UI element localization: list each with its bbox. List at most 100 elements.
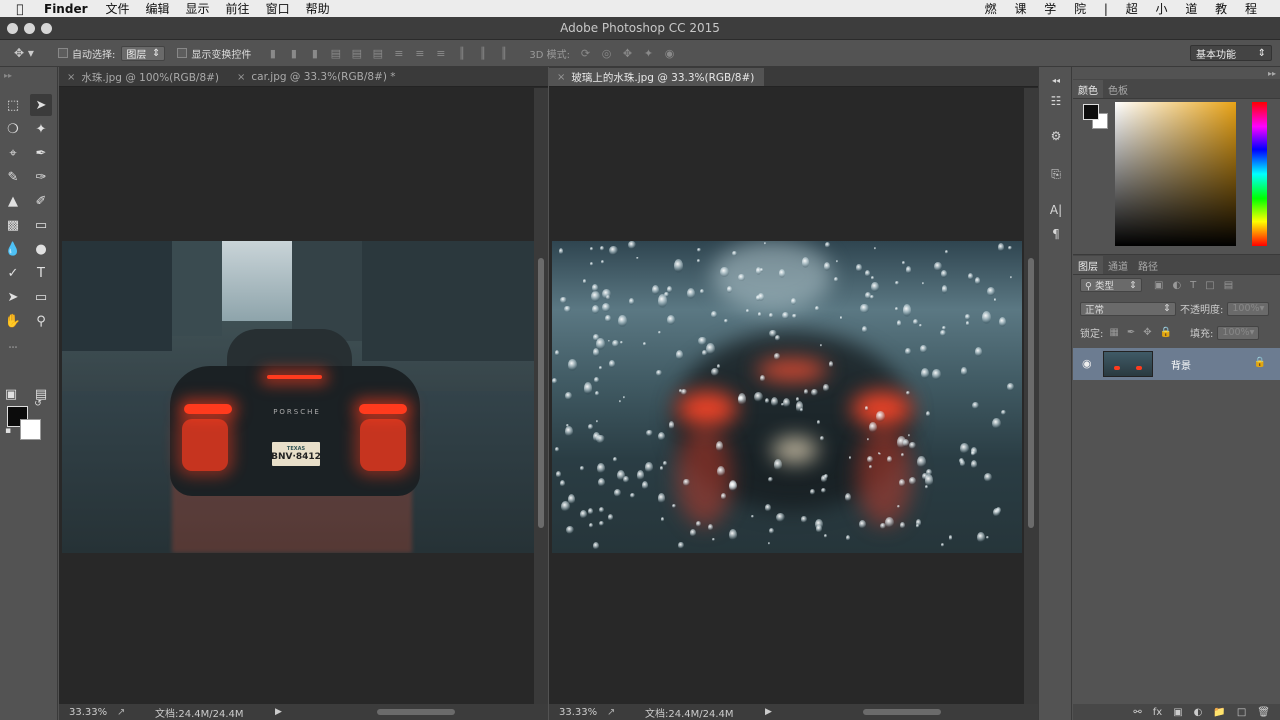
- layer-name[interactable]: 背景: [1171, 357, 1191, 372]
- auto-select-dropdown[interactable]: 图层 ⇕: [121, 45, 166, 61]
- history-panel-icon[interactable]: ☷: [1047, 92, 1065, 110]
- add-mask-icon[interactable]: ▣: [1173, 707, 1182, 718]
- doc-tab-car[interactable]: × car.jpg @ 33.3%(RGB/8#) *: [229, 68, 406, 86]
- new-layer-icon[interactable]: □: [1237, 707, 1246, 718]
- apple-icon[interactable]: : [0, 2, 40, 16]
- move-tool-preset-icon[interactable]: ✥ ▾: [14, 46, 46, 60]
- panel-collapse-icon[interactable]: ▸▸: [1268, 69, 1276, 78]
- status-menu-arrow-icon[interactable]: ▶: [765, 707, 772, 717]
- clone-stamp-tool-icon[interactable]: ▲: [2, 190, 24, 212]
- default-colors-icon[interactable]: ▪: [2, 425, 14, 437]
- align-vcenter-icon[interactable]: ▮: [286, 47, 301, 60]
- align-right-icon[interactable]: ▤: [370, 47, 385, 60]
- opacity-input[interactable]: 100% ▾: [1227, 301, 1270, 316]
- distribute-hcenter-icon[interactable]: ║: [475, 47, 490, 60]
- color-picker-field[interactable]: [1115, 102, 1236, 246]
- align-top-icon[interactable]: ▮: [265, 47, 280, 60]
- panel-foreground-swatch[interactable]: [1083, 104, 1099, 120]
- horizontal-scrollbar-thumb[interactable]: [863, 709, 941, 715]
- distribute-vcenter-icon[interactable]: ≡: [412, 47, 427, 60]
- crop-tool-icon[interactable]: ⌖: [2, 142, 24, 164]
- delete-layer-icon[interactable]: 🗑: [1257, 707, 1270, 718]
- menu-view[interactable]: 显示: [180, 0, 220, 17]
- doc-tab-rain-glass[interactable]: × 玻璃上的水珠.jpg @ 33.3%(RGB/8#): [549, 68, 765, 86]
- menu-help[interactable]: 帮助: [300, 0, 340, 17]
- blur-tool-icon[interactable]: 💧: [2, 238, 24, 260]
- new-group-icon[interactable]: 📁: [1213, 707, 1225, 718]
- show-transform-checkbox[interactable]: [177, 48, 188, 58]
- quick-mask-icon[interactable]: ▣: [0, 383, 22, 405]
- zoom-level[interactable]: 33.33%: [559, 707, 607, 718]
- background-color-swatch[interactable]: [20, 419, 41, 440]
- 3d-pan-icon[interactable]: ✥: [620, 47, 635, 60]
- blend-mode-dropdown[interactable]: 正常 ⇕: [1080, 301, 1176, 316]
- distribute-right-icon[interactable]: ║: [496, 47, 511, 60]
- layer-style-icon[interactable]: fx: [1153, 707, 1162, 718]
- magic-wand-tool-icon[interactable]: ✦: [30, 118, 52, 140]
- tab-channels[interactable]: 通道: [1103, 256, 1133, 274]
- layer-filter-icons[interactable]: ▣◐T□▤: [1154, 280, 1242, 291]
- align-hcenter-icon[interactable]: ▤: [349, 47, 364, 60]
- tab-swatches[interactable]: 色板: [1103, 80, 1133, 98]
- move-tool-icon[interactable]: ➤: [30, 94, 52, 116]
- link-layers-icon[interactable]: ⚯: [1133, 707, 1141, 718]
- visibility-eye-icon[interactable]: ◉: [1082, 357, 1092, 370]
- hue-slider[interactable]: [1252, 102, 1267, 246]
- close-tab-icon[interactable]: ×: [67, 72, 75, 83]
- 3d-roll-icon[interactable]: ◎: [599, 47, 614, 60]
- scrollbar-thumb[interactable]: [1028, 258, 1034, 528]
- healing-brush-tool-icon[interactable]: ✎: [2, 166, 24, 188]
- marquee-tool-icon[interactable]: ⬚: [2, 94, 24, 116]
- layer-kind-filter[interactable]: ⚲ 类型 ⇕: [1080, 278, 1142, 292]
- zoom-tool-icon[interactable]: ⚲: [30, 310, 52, 332]
- 3d-slide-icon[interactable]: ✦: [641, 47, 656, 60]
- share-icon[interactable]: ↗: [117, 707, 155, 718]
- character-panel-icon[interactable]: A|: [1047, 201, 1065, 219]
- distribute-left-icon[interactable]: ║: [454, 47, 469, 60]
- path-selection-tool-icon[interactable]: ➤: [2, 286, 24, 308]
- history-brush-tool-icon[interactable]: ✐: [30, 190, 52, 212]
- fill-input[interactable]: 100% ▾: [1217, 325, 1260, 340]
- adjustment-layer-icon[interactable]: ◐: [1194, 707, 1203, 718]
- horizontal-scrollbar-thumb[interactable]: [377, 709, 455, 715]
- distribute-top-icon[interactable]: ≡: [391, 47, 406, 60]
- panel-collapse-icon[interactable]: ▸▸: [0, 67, 57, 87]
- menu-app-finder[interactable]: Finder: [40, 2, 100, 16]
- brush-tool-icon[interactable]: ✑: [30, 166, 52, 188]
- screen-mode-icon[interactable]: ▤: [30, 383, 52, 405]
- canvas-area-right[interactable]: [549, 88, 1024, 704]
- auto-select-checkbox[interactable]: [58, 48, 68, 58]
- rectangle-tool-icon[interactable]: ▭: [30, 286, 52, 308]
- scrollbar-thumb[interactable]: [538, 258, 544, 528]
- align-left-icon[interactable]: ▤: [328, 47, 343, 60]
- properties-panel-icon[interactable]: ⚙: [1047, 127, 1065, 145]
- status-menu-arrow-icon[interactable]: ▶: [275, 707, 282, 717]
- tab-color[interactable]: 颜色: [1073, 80, 1103, 98]
- paragraph-panel-icon[interactable]: ¶: [1047, 225, 1065, 243]
- doc-tab-water-drops[interactable]: × 水珠.jpg @ 100%(RGB/8#): [59, 68, 229, 86]
- more-tools-icon[interactable]: ⋯: [2, 337, 24, 359]
- pen-tool-icon[interactable]: ✓: [2, 262, 24, 284]
- gradient-tool-icon[interactable]: ▭: [30, 214, 52, 236]
- menu-file[interactable]: 文件: [100, 0, 140, 17]
- dodge-tool-icon[interactable]: ●: [30, 238, 52, 260]
- distribute-bottom-icon[interactable]: ≡: [433, 47, 448, 60]
- eyedropper-tool-icon[interactable]: ✒: [30, 142, 52, 164]
- workspace-dropdown[interactable]: 基本功能 ⇕: [1190, 45, 1272, 61]
- vertical-scrollbar-right[interactable]: [1024, 88, 1038, 704]
- zoom-level[interactable]: 33.33%: [69, 707, 117, 718]
- layer-row-background[interactable]: ◉ 背景 🔒: [1073, 348, 1280, 380]
- tab-layers[interactable]: 图层: [1073, 256, 1103, 274]
- menu-edit[interactable]: 编辑: [140, 0, 180, 17]
- eraser-tool-icon[interactable]: ▩: [2, 214, 24, 236]
- close-tab-icon[interactable]: ×: [557, 72, 565, 83]
- tab-paths[interactable]: 路径: [1133, 256, 1163, 274]
- 3d-scale-icon[interactable]: ◉: [662, 47, 677, 60]
- lasso-tool-icon[interactable]: ❍: [2, 118, 24, 140]
- menu-window[interactable]: 窗口: [260, 0, 300, 17]
- share-icon[interactable]: ↗: [607, 707, 645, 718]
- canvas-area-left[interactable]: PORSCHE TEXAS BNV·8412: [59, 88, 534, 704]
- clone-source-panel-icon[interactable]: ⎘: [1047, 165, 1065, 183]
- hand-tool-icon[interactable]: ✋: [2, 310, 24, 332]
- panel-collapse-icon[interactable]: ◂◂: [1047, 71, 1065, 89]
